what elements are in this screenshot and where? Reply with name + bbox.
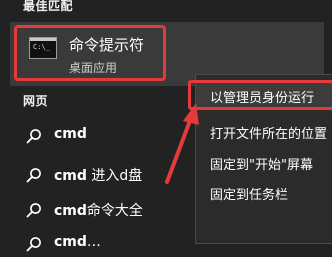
web-result-bold: cmd: [54, 203, 87, 219]
annotation-highlight-box: [14, 25, 166, 81]
section-title-best-match: 最佳匹配: [23, 0, 74, 13]
web-result-bold: cmd: [54, 234, 87, 250]
web-result-rest: …: [86, 234, 101, 250]
web-result-label: cmd: [54, 126, 87, 142]
search-icon: [26, 237, 41, 252]
menu-item-pin-to-start[interactable]: 固定到"开始"屏幕: [196, 147, 332, 177]
context-menu: 以管理员身份运行 打开文件所在的位置 固定到"开始"屏幕 固定到任务栏: [188, 74, 332, 244]
menu-item-open-file-location[interactable]: 打开文件所在的位置: [196, 116, 332, 146]
section-title-web: 网页: [23, 94, 49, 108]
search-icon: [26, 168, 41, 183]
menu-item-label: 打开文件所在的位置: [210, 127, 328, 142]
menu-item-label: 固定到任务栏: [210, 188, 289, 203]
web-result-label: cmd 进入d盘: [54, 165, 142, 185]
web-result-bold: cmd: [54, 168, 87, 184]
web-result-rest: 进入d盘: [86, 168, 143, 184]
annotation-highlight-box: [188, 80, 332, 110]
web-result-bold: cmd: [54, 126, 87, 142]
web-result-label: cmd…: [54, 234, 101, 250]
web-result-item[interactable]: cmd 进入d盘: [22, 162, 192, 188]
menu-item-label: 固定到"开始"屏幕: [210, 158, 313, 173]
web-result-item[interactable]: cmd: [22, 123, 192, 149]
search-icon: [26, 129, 41, 144]
web-result-item[interactable]: cmd…: [22, 231, 192, 257]
menu-item-pin-to-taskbar[interactable]: 固定到任务栏: [196, 177, 332, 207]
web-result-item[interactable]: cmd命令大全: [22, 197, 192, 223]
web-result-rest: 命令大全: [86, 203, 143, 219]
search-icon: [26, 203, 41, 218]
web-result-label: cmd命令大全: [54, 200, 143, 220]
